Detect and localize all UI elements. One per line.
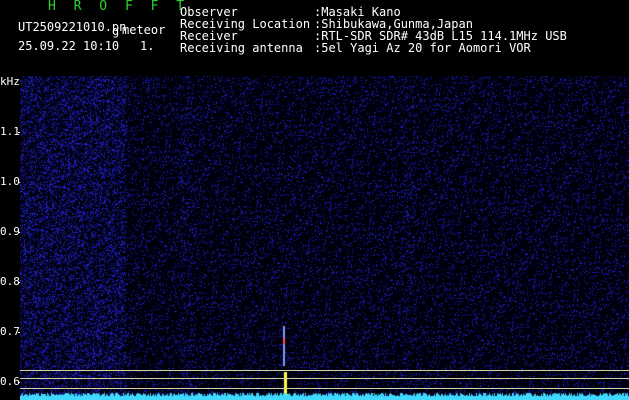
marker-line-upper bbox=[20, 370, 629, 371]
file-name-text: UT2509221010.pn bbox=[18, 20, 127, 34]
brand-title: H R O F F T bbox=[48, 0, 190, 14]
header-panel: H R O F F T UT2509221010.pn g meteor 25.… bbox=[0, 0, 629, 74]
spectrogram-canvas bbox=[20, 76, 629, 400]
y-axis-unit: kHz bbox=[0, 75, 20, 88]
y-tick-0-6: 0.6 bbox=[0, 375, 20, 388]
y-tick-1-0: 1.0 bbox=[0, 175, 20, 188]
marker-line-lower bbox=[20, 388, 629, 389]
file-suffix: g bbox=[112, 24, 120, 38]
file-name: UT2509221010.pn bbox=[18, 21, 126, 33]
y-tick-0-8: 0.8 bbox=[0, 275, 20, 288]
y-tick-0-9: 0.9 bbox=[0, 225, 20, 238]
count-label: 1. bbox=[140, 39, 155, 53]
marker-line-middle bbox=[20, 378, 629, 379]
antenna-label: Receiving antenna bbox=[180, 41, 303, 55]
timestamp: 25.09.22 10:10 bbox=[18, 39, 120, 53]
mode-label: meteor bbox=[122, 23, 166, 37]
y-tick-1-1: 1.1 bbox=[0, 125, 20, 138]
spectrogram-area bbox=[20, 76, 629, 400]
antenna-value: :5el Yagi Az 20 for Aomori VOR bbox=[314, 41, 531, 55]
y-tick-0-7: 0.7 bbox=[0, 325, 20, 338]
